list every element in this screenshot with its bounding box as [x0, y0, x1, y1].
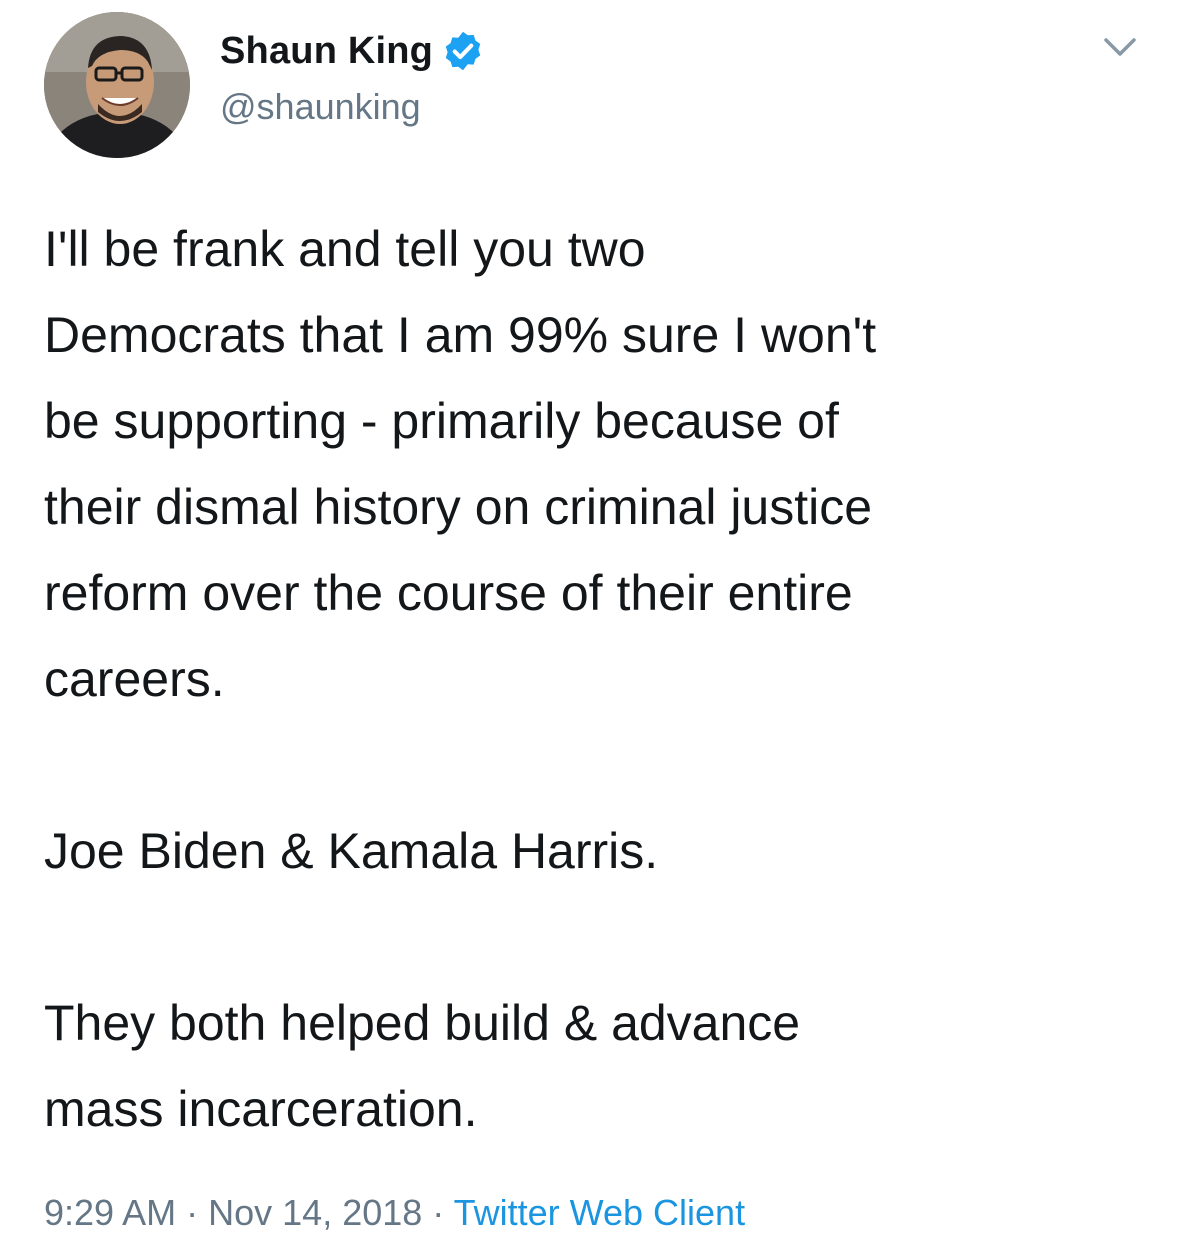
chevron-down-icon[interactable] — [1100, 32, 1140, 60]
tweet-date[interactable]: Nov 14, 2018 — [208, 1192, 422, 1233]
tweet-source-link[interactable]: Twitter Web Client — [454, 1192, 745, 1233]
tweet-time[interactable]: 9:29 AM — [44, 1192, 176, 1233]
tweet-paragraph: They both helped build & advance mass in… — [44, 995, 801, 1137]
tweet-metadata: 9:29 AM · Nov 14, 2018 · Twitter Web Cli… — [44, 1192, 745, 1234]
user-handle[interactable]: @shaunking — [220, 86, 421, 128]
tweet-card: Shaun King @shaunking I'll be frank and … — [0, 0, 1180, 1254]
tweet-paragraph: Joe Biden & Kamala Harris. — [44, 823, 659, 879]
display-name[interactable]: Shaun King — [220, 30, 433, 73]
author-name-row[interactable]: Shaun King — [220, 26, 485, 76]
tweet-paragraph: I'll be frank and tell you two Democrats… — [44, 221, 877, 707]
verified-badge-icon — [441, 29, 485, 73]
meta-separator: · — [432, 1192, 445, 1233]
avatar-image — [44, 12, 190, 158]
avatar[interactable] — [44, 12, 190, 158]
tweet-text: I'll be frank and tell you two Democrats… — [44, 206, 1154, 1152]
meta-separator: · — [186, 1192, 199, 1233]
